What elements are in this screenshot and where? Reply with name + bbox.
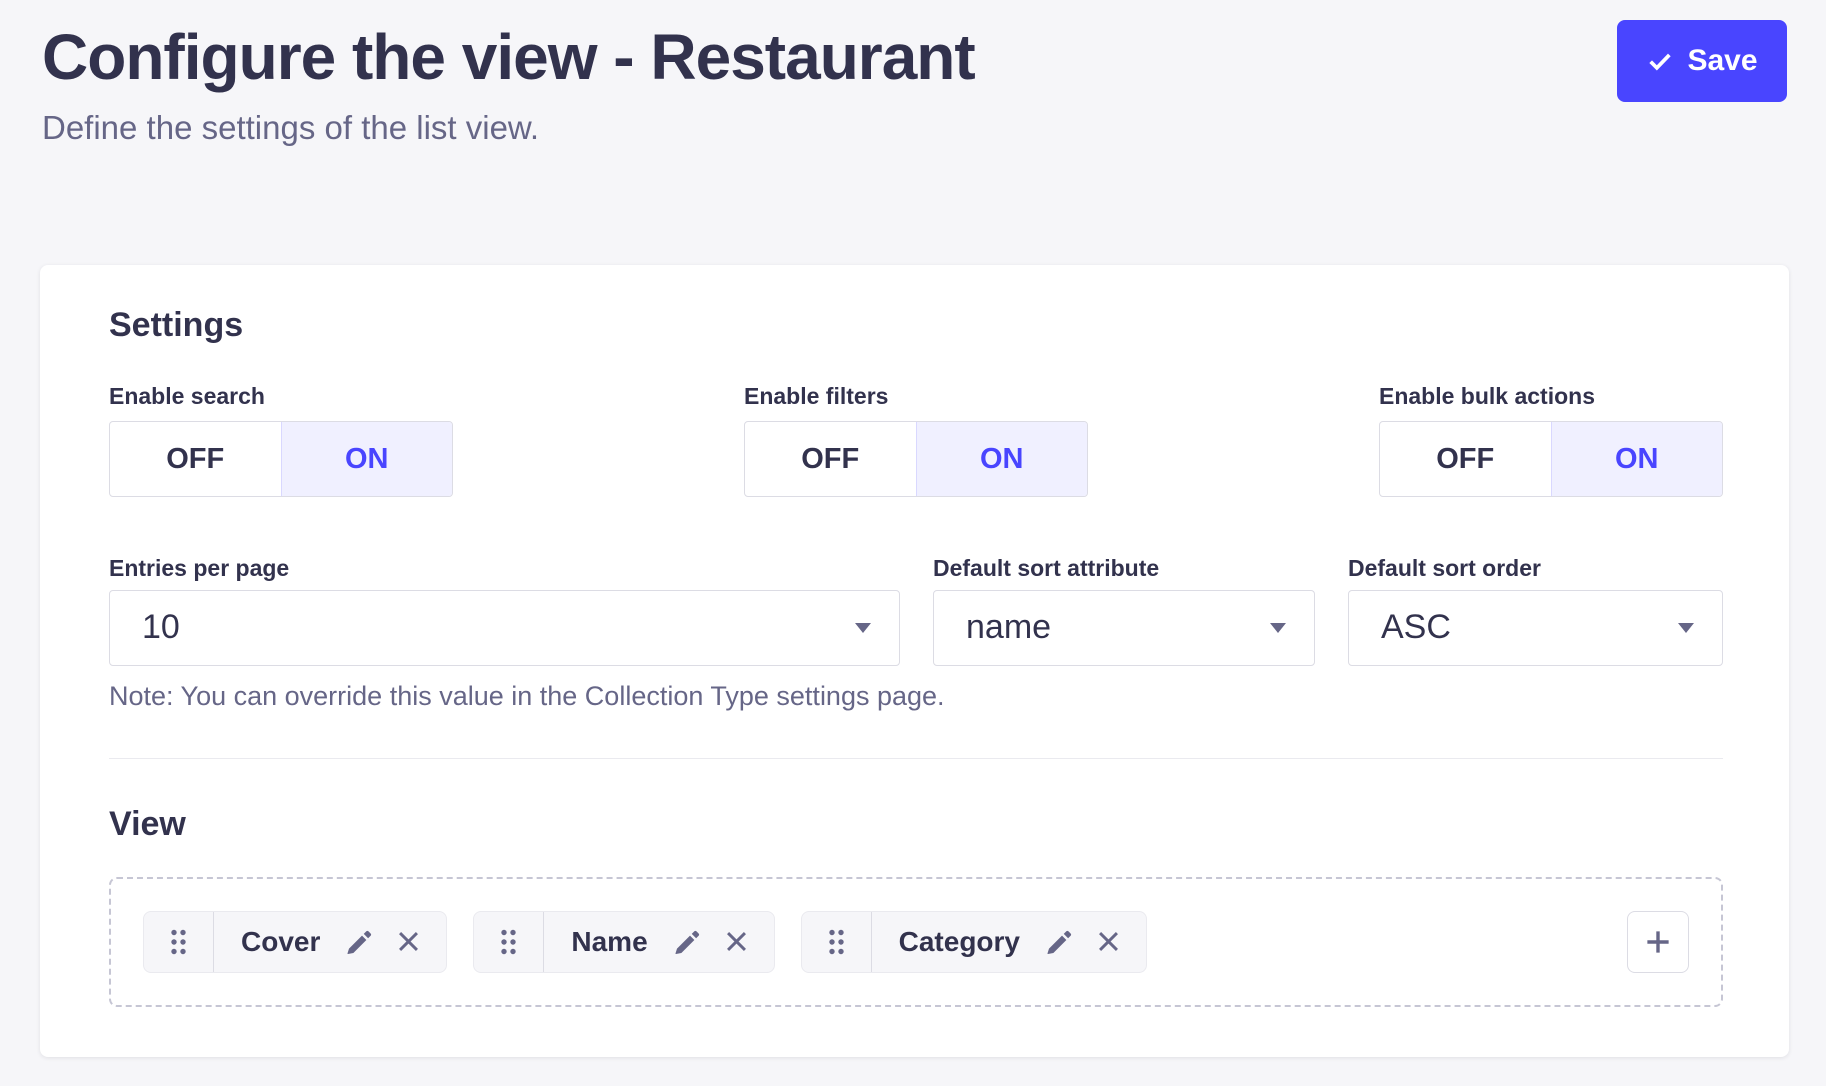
remove-x-icon[interactable] — [1095, 928, 1122, 955]
view-field-chip-name[interactable]: Name — [473, 911, 774, 973]
view-field-chip-category[interactable]: Category — [801, 911, 1147, 973]
enable-bulk-actions-label: Enable bulk actions — [1379, 383, 1723, 411]
default-sort-order-field: Default sort order ASC — [1348, 555, 1723, 666]
select-value: ASC — [1381, 608, 1451, 647]
configure-view-page: Configure the view - Restaurant Define t… — [0, 0, 1826, 1086]
enable-bulk-actions-field: Enable bulk actions OFF ON — [1379, 383, 1723, 498]
enable-bulk-actions-toggle[interactable]: OFF ON — [1379, 421, 1723, 497]
check-icon — [1646, 47, 1674, 75]
enable-search-field: Enable search OFF ON — [109, 383, 453, 498]
view-field-chip-cover[interactable]: Cover — [143, 911, 447, 973]
default-sort-attribute-field: Default sort attribute name — [933, 555, 1315, 666]
edit-pencil-icon[interactable] — [345, 927, 375, 957]
entries-per-page-label: Entries per page — [109, 555, 900, 583]
enable-filters-label: Enable filters — [744, 383, 1088, 411]
toggle-off-option[interactable]: OFF — [745, 422, 916, 496]
page-title: Configure the view - Restaurant — [42, 22, 975, 92]
drag-handle-icon[interactable] — [144, 912, 214, 972]
caret-down-icon — [1678, 623, 1694, 633]
toggle-on-option[interactable]: ON — [1551, 422, 1723, 496]
select-value: name — [966, 608, 1051, 647]
default-sort-attribute-label: Default sort attribute — [933, 555, 1315, 583]
toggle-row: Enable search OFF ON Enable filters OFF … — [109, 383, 1723, 498]
remove-x-icon[interactable] — [723, 928, 750, 955]
select-row: Entries per page 10 Default sort attribu… — [109, 555, 1723, 666]
edit-pencil-icon[interactable] — [1045, 927, 1075, 957]
remove-x-icon[interactable] — [395, 928, 422, 955]
default-sort-order-select[interactable]: ASC — [1348, 590, 1723, 666]
caret-down-icon — [855, 623, 871, 633]
save-button-label: Save — [1687, 44, 1757, 78]
entries-per-page-field: Entries per page 10 — [109, 555, 900, 666]
default-sort-order-label: Default sort order — [1348, 555, 1723, 583]
section-divider — [109, 758, 1723, 759]
settings-card: Settings Enable search OFF ON Enable fil… — [40, 265, 1789, 1057]
entries-per-page-note: Note: You can override this value in the… — [109, 681, 1723, 712]
toggle-on-option[interactable]: ON — [281, 422, 453, 496]
settings-section-heading: Settings — [109, 305, 1723, 346]
edit-pencil-icon[interactable] — [673, 927, 703, 957]
enable-filters-field: Enable filters OFF ON — [744, 383, 1088, 498]
enable-search-label: Enable search — [109, 383, 453, 411]
default-sort-attribute-select[interactable]: name — [933, 590, 1315, 666]
caret-down-icon — [1270, 623, 1286, 633]
entries-per-page-select[interactable]: 10 — [109, 590, 900, 666]
drag-handle-icon[interactable] — [802, 912, 872, 972]
toggle-off-option[interactable]: OFF — [1380, 422, 1551, 496]
save-button[interactable]: Save — [1617, 20, 1787, 102]
drag-handle-icon[interactable] — [474, 912, 544, 972]
enable-search-toggle[interactable]: OFF ON — [109, 421, 453, 497]
chip-label: Cover — [241, 926, 320, 958]
select-value: 10 — [142, 608, 180, 647]
view-fields-dropzone: Cover — [109, 877, 1723, 1007]
toggle-on-option[interactable]: ON — [916, 422, 1088, 496]
add-field-button[interactable] — [1627, 911, 1689, 973]
page-subtitle: Define the settings of the list view. — [42, 108, 539, 148]
chip-label: Category — [899, 926, 1020, 958]
chip-label: Name — [571, 926, 647, 958]
plus-icon — [1641, 925, 1675, 959]
view-section-heading: View — [109, 804, 1723, 845]
toggle-off-option[interactable]: OFF — [110, 422, 281, 496]
enable-filters-toggle[interactable]: OFF ON — [744, 421, 1088, 497]
